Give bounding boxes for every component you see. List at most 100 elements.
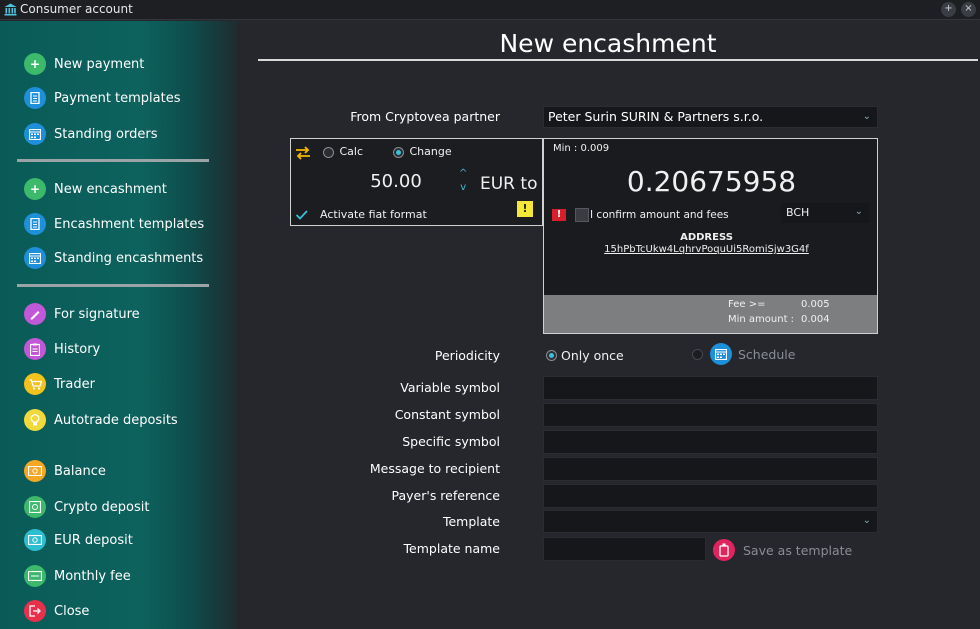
periodicity-once-option[interactable]: Only once	[546, 348, 624, 363]
calendar-icon	[24, 247, 46, 269]
sidebar-item-payment-templates[interactable]: Payment templates	[24, 86, 181, 110]
specific-symbol-label: Specific symbol	[402, 434, 500, 449]
change-radio[interactable]	[393, 146, 404, 158]
specific-symbol-input[interactable]	[543, 430, 878, 454]
coin-select[interactable]: BCH ⌄	[781, 203, 869, 223]
chevron-down-icon: ⌄	[862, 111, 871, 122]
template-name-input[interactable]	[543, 537, 706, 561]
calc-radio[interactable]	[323, 146, 334, 158]
chevron-down-icon: ⌄	[862, 515, 871, 526]
close-window-button[interactable]: ×	[961, 2, 976, 17]
sidebar-item-crypto-deposit[interactable]: Crypto deposit	[24, 495, 150, 519]
template-select[interactable]: ⌄	[543, 510, 878, 533]
maximize-button[interactable]: +	[941, 2, 956, 17]
stepper-down-icon[interactable]: v	[459, 181, 467, 195]
address-label: ADDRESS	[680, 232, 733, 243]
sidebar-item-label: Autotrade deposits	[54, 412, 178, 428]
pen-icon	[24, 303, 46, 325]
schedule-label: Schedule	[738, 346, 796, 362]
fee-bar: Fee >= 0.005 Min amount : 0.004	[544, 295, 877, 333]
sidebar-item-label: Crypto deposit	[54, 499, 150, 515]
variable-symbol-label: Variable symbol	[400, 380, 500, 395]
crypto-min: Min : 0.009	[553, 143, 610, 154]
chevron-down-icon: ⌄	[854, 206, 863, 217]
exit-icon	[24, 600, 46, 622]
calendar-icon	[710, 343, 732, 365]
window-title: Consumer account	[20, 2, 133, 16]
fee-label: Fee >=	[728, 299, 766, 310]
once-radio[interactable]	[546, 350, 557, 361]
change-option[interactable]: Change	[393, 145, 452, 158]
sidebar-item-for-signature[interactable]: For signature	[24, 302, 140, 326]
warning-icon[interactable]: !	[517, 201, 533, 217]
sidebar-item-new-encashment[interactable]: + New encashment	[24, 177, 167, 201]
stepper-up-icon[interactable]: ^	[459, 167, 467, 181]
document-icon	[24, 87, 46, 109]
confirm-checkbox[interactable]	[575, 208, 589, 222]
sidebar-item-standing-encashments[interactable]: Standing encashments	[24, 246, 203, 270]
sidebar-item-autotrade-deposits[interactable]: Autotrade deposits	[24, 408, 178, 432]
periodicity-schedule-option[interactable]: Schedule	[692, 343, 795, 365]
title-underline	[258, 59, 978, 61]
coin-value: BCH	[786, 206, 810, 219]
template-name-label: Template name	[403, 541, 500, 556]
message-input[interactable]	[543, 457, 878, 481]
currency-label: EUR to	[480, 174, 538, 194]
sidebar-item-encashment-templates[interactable]: Encashment templates	[24, 212, 204, 236]
sidebar-item-label: New encashment	[54, 181, 167, 197]
fee-value: 0.005	[801, 299, 830, 310]
sidebar-item-history[interactable]: History	[24, 337, 100, 361]
sidebar-divider	[17, 159, 209, 162]
safe-icon	[24, 496, 46, 518]
sidebar-item-label: Trader	[54, 376, 95, 392]
save-as-template-button[interactable]: Save as template	[743, 543, 852, 558]
sidebar-item-standing-orders[interactable]: Standing orders	[24, 122, 157, 146]
once-label: Only once	[561, 348, 624, 363]
confirm-label: I confirm amount and fees	[590, 209, 729, 221]
sidebar-item-label: Standing orders	[54, 126, 158, 142]
payer-reference-input[interactable]	[543, 484, 878, 508]
plus-circle-icon: +	[24, 178, 46, 200]
sidebar-item-label: Monthly fee	[54, 568, 131, 584]
change-option-label: Change	[409, 145, 452, 158]
sidebar-item-label: History	[54, 341, 101, 357]
sidebar-item-label: For signature	[54, 306, 140, 322]
sidebar: + New payment Payment templates Standing…	[0, 21, 237, 629]
variable-symbol-input[interactable]	[543, 376, 878, 400]
page-title: New encashment	[499, 29, 717, 58]
sidebar-item-label: Payment templates	[54, 90, 181, 106]
bank-icon	[4, 3, 17, 16]
sidebar-item-label: Close	[54, 603, 90, 619]
swap-arrows-icon[interactable]	[295, 145, 311, 161]
calc-option[interactable]: Calc	[323, 145, 363, 158]
partner-value: Peter Surin SURIN & Partners s.r.o.	[548, 109, 764, 124]
address-link[interactable]: 15hPbTcUkw4LqhrvPoquUi5RomiSjw3G4f	[544, 244, 869, 255]
message-label: Message to recipient	[369, 461, 500, 476]
constant-symbol-input[interactable]	[543, 403, 878, 427]
schedule-radio[interactable]	[692, 348, 703, 360]
partner-select[interactable]: Peter Surin SURIN & Partners s.r.o. ⌄	[543, 106, 878, 128]
activate-fiat-checkbox[interactable]: Activate fiat format	[295, 208, 427, 221]
payer-reference-label: Payer's reference	[391, 488, 500, 503]
save-template-icon[interactable]	[713, 539, 735, 561]
crypto-amount: 0.20675958	[626, 165, 797, 198]
amount-stepper[interactable]: ^ v	[459, 167, 467, 195]
calendar-icon	[24, 123, 46, 145]
amount-input[interactable]: 50.00	[351, 171, 441, 192]
sidebar-item-label: Standing encashments	[54, 250, 204, 266]
crypto-panel: Min : 0.009 0.20675958 ! I confirm amoun…	[543, 138, 878, 334]
sidebar-item-monthly-fee[interactable]: Monthly fee	[24, 564, 131, 588]
clipboard-icon	[24, 338, 46, 360]
lightbulb-icon	[24, 409, 46, 431]
sidebar-divider	[17, 284, 209, 287]
sidebar-item-label: Balance	[54, 463, 106, 479]
sidebar-item-balance[interactable]: Balance	[24, 459, 106, 483]
sidebar-item-trader[interactable]: Trader	[24, 372, 95, 396]
sidebar-item-close[interactable]: Close	[24, 599, 89, 623]
checkmark-icon	[295, 209, 308, 220]
sidebar-item-eur-deposit[interactable]: EUR deposit	[24, 528, 133, 552]
cash-icon	[24, 460, 46, 482]
title-bar: Consumer account + ×	[0, 0, 980, 20]
periodicity-label: Periodicity	[434, 348, 500, 363]
sidebar-item-new-payment[interactable]: + New payment	[24, 52, 144, 76]
